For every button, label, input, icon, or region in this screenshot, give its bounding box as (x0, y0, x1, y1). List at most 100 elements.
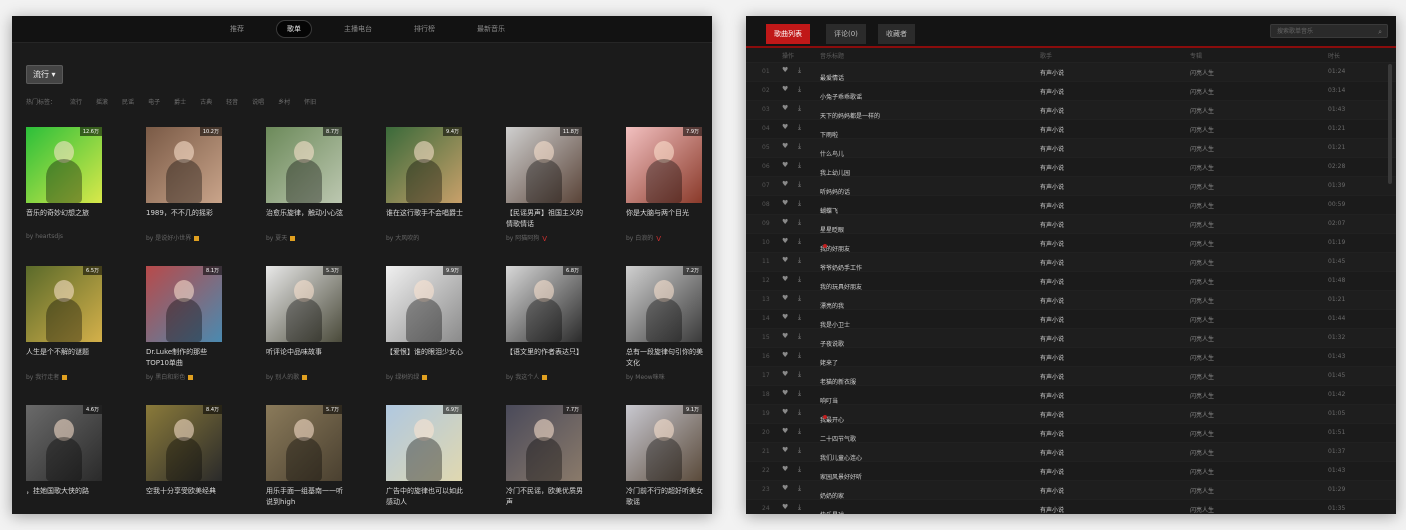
song-album[interactable]: 闪亮人生 (1190, 163, 1214, 172)
playlist-title[interactable]: 总有一段旋律句引你的美文化 (626, 347, 706, 369)
author-name[interactable]: by 我这个人 (506, 374, 539, 381)
playlist-title[interactable]: 【爱恨】谁的眼泪少女心 (386, 347, 466, 369)
song-title-text[interactable]: 我是小卫士 (820, 320, 850, 329)
playlist-card[interactable]: 4.6万 ，挂她国歌大侠的路 (26, 405, 126, 514)
playlist-title[interactable]: ，挂她国歌大侠的路 (26, 486, 106, 508)
mv-icon[interactable] (823, 415, 827, 419)
song-artist[interactable]: 有声小说 (1040, 372, 1064, 381)
heart-icon[interactable]: ♥ (782, 180, 788, 188)
playlist-cover[interactable]: 7.9万 (626, 127, 702, 203)
tag-link[interactable]: 乡村 (278, 97, 290, 106)
author-name[interactable]: by heartsdjs (26, 233, 63, 240)
heart-icon[interactable]: ♥ (782, 313, 788, 321)
download-icon[interactable]: ⤓ (798, 66, 801, 75)
song-album[interactable]: 闪亮人生 (1190, 106, 1214, 115)
playlist-title[interactable]: Dr.Luke制作的那些TOP10单曲 (146, 347, 226, 369)
playlist-title[interactable]: 空我十分享受欧美经典 (146, 486, 226, 508)
playlist-card[interactable]: 11.8万 【民谣男声】祖国主义的情歌情话 by 阿猫阿狗 V (506, 127, 606, 266)
song-title-text[interactable]: 姥来了 (820, 358, 838, 367)
tag-link[interactable]: 摇滚 (96, 97, 108, 106)
song-title-text[interactable]: 漂亮的我 (820, 301, 844, 310)
heart-icon[interactable]: ♥ (782, 351, 788, 359)
song-album[interactable]: 闪亮人生 (1190, 448, 1214, 457)
song-title-text[interactable]: 家园风景好好听 (820, 472, 862, 481)
playlist-author[interactable]: by 别人的歌 (266, 372, 366, 381)
category-dropdown[interactable]: 流行 ▾ (26, 65, 63, 84)
song-album[interactable]: 闪亮人生 (1190, 144, 1214, 153)
heart-icon[interactable]: ♥ (782, 85, 788, 93)
playlist-title[interactable]: 音乐的奇妙幻想之旅 (26, 208, 106, 230)
tab-comments[interactable]: 评论(0) (826, 24, 866, 44)
heart-icon[interactable]: ♥ (782, 142, 788, 150)
download-icon[interactable]: ⤓ (798, 446, 801, 455)
song-row[interactable]: 19 ♥ ⤓ 我最开心 有声小说 闪亮人生 01:05 (746, 405, 1396, 424)
song-artist[interactable]: 有声小说 (1040, 315, 1064, 324)
playlist-cover[interactable]: 11.8万 (506, 127, 582, 203)
song-artist[interactable]: 有声小说 (1040, 163, 1064, 172)
author-name[interactable]: by 白浪的 (626, 235, 653, 242)
heart-icon[interactable]: ♥ (782, 389, 788, 397)
heart-icon[interactable]: ♥ (782, 408, 788, 416)
playlist-cover[interactable]: 6.9万 (386, 405, 462, 481)
song-artist[interactable]: 有声小说 (1040, 467, 1064, 476)
song-album[interactable]: 闪亮人生 (1190, 334, 1214, 343)
song-artist[interactable]: 有声小说 (1040, 182, 1064, 191)
author-name[interactable]: by 夏天 (266, 235, 287, 242)
playlist-title[interactable]: 听评论中品味故事 (266, 347, 346, 369)
download-icon[interactable]: ⤓ (798, 180, 801, 189)
mv-icon[interactable] (823, 244, 827, 248)
heart-icon[interactable]: ♥ (782, 446, 788, 454)
heart-icon[interactable]: ♥ (782, 465, 788, 473)
download-icon[interactable]: ⤓ (798, 503, 801, 512)
playlist-cover[interactable]: 8.1万 (146, 266, 222, 342)
playlist-author[interactable]: by 夏天 (266, 233, 366, 242)
download-icon[interactable]: ⤓ (798, 85, 801, 94)
song-row[interactable]: 22 ♥ ⤓ 家园风景好好听 有声小说 闪亮人生 01:43 (746, 462, 1396, 481)
song-artist[interactable]: 有声小说 (1040, 505, 1064, 514)
song-artist[interactable]: 有声小说 (1040, 239, 1064, 248)
download-icon[interactable]: ⤓ (798, 351, 801, 360)
song-album[interactable]: 闪亮人生 (1190, 220, 1214, 229)
playlist-cover[interactable]: 9.1万 (626, 405, 702, 481)
playlist-author[interactable]: by Meow咪咪 (626, 372, 712, 381)
song-album[interactable]: 闪亮人生 (1190, 296, 1214, 305)
song-title-text[interactable]: 下雨啦 (820, 130, 838, 139)
playlist-author[interactable]: by 阿猫阿狗 V (506, 233, 606, 243)
playlist-cover[interactable]: 5.7万 (266, 405, 342, 481)
playlist-title[interactable]: 谁在这行歌手不会唱爵士 (386, 208, 466, 230)
song-title-text[interactable]: 天下的妈妈都是一样的 (820, 111, 880, 120)
song-album[interactable]: 闪亮人生 (1190, 353, 1214, 362)
song-row[interactable]: 24 ♥ ⤓ 快乐星球 有声小说 闪亮人生 01:35 (746, 500, 1396, 514)
tag-link[interactable]: 说唱 (252, 97, 264, 106)
author-name[interactable]: by 是说好小世界 (146, 235, 191, 242)
song-artist[interactable]: 有声小说 (1040, 334, 1064, 343)
song-album[interactable]: 闪亮人生 (1190, 486, 1214, 495)
song-row[interactable]: 15 ♥ ⤓ 子夜说歌 有声小说 闪亮人生 01:32 (746, 329, 1396, 348)
download-icon[interactable]: ⤓ (798, 465, 801, 474)
playlist-cover[interactable]: 9.4万 (386, 127, 462, 203)
playlist-title[interactable]: 1989，不不几的摇彩 (146, 208, 226, 230)
scrollbar[interactable] (1388, 64, 1392, 184)
author-name[interactable]: by 阿猫阿狗 (506, 235, 539, 242)
tab-subscribers[interactable]: 收藏者 (878, 24, 915, 44)
playlist-title[interactable]: 广告中的旋律也可以如此感动人 (386, 486, 466, 508)
nav-tab-recommend[interactable]: 推荐 (220, 21, 254, 37)
song-row[interactable]: 11 ♥ ⤓ 爷爷奶奶手工作 有声小说 闪亮人生 01:45 (746, 253, 1396, 272)
heart-icon[interactable]: ♥ (782, 161, 788, 169)
song-album[interactable]: 闪亮人生 (1190, 125, 1214, 134)
song-row[interactable]: 02 ♥ ⤓ 小兔子乖乖歌谣 有声小说 闪亮人生 03:14 (746, 82, 1396, 101)
song-artist[interactable]: 有声小说 (1040, 410, 1064, 419)
tag-link[interactable]: 轻音 (226, 97, 238, 106)
download-icon[interactable]: ⤓ (798, 256, 801, 265)
playlist-cover[interactable]: 5.3万 (266, 266, 342, 342)
playlist-card[interactable]: 7.7万 冷门不民谣，欧美优质男声 (506, 405, 606, 514)
nav-tab-radio[interactable]: 主播电台 (334, 21, 382, 37)
song-artist[interactable]: 有声小说 (1040, 87, 1064, 96)
heart-icon[interactable]: ♥ (782, 104, 788, 112)
header-title[interactable]: 音乐标题 (820, 51, 844, 60)
song-row[interactable]: 23 ♥ ⤓ 奶奶的家 有声小说 闪亮人生 01:29 (746, 481, 1396, 500)
playlist-card[interactable]: 6.8万 【语文里的作者表达只】 by 我这个人 (506, 266, 606, 405)
song-artist[interactable]: 有声小说 (1040, 220, 1064, 229)
song-album[interactable]: 闪亮人生 (1190, 277, 1214, 286)
song-album[interactable]: 闪亮人生 (1190, 182, 1214, 191)
